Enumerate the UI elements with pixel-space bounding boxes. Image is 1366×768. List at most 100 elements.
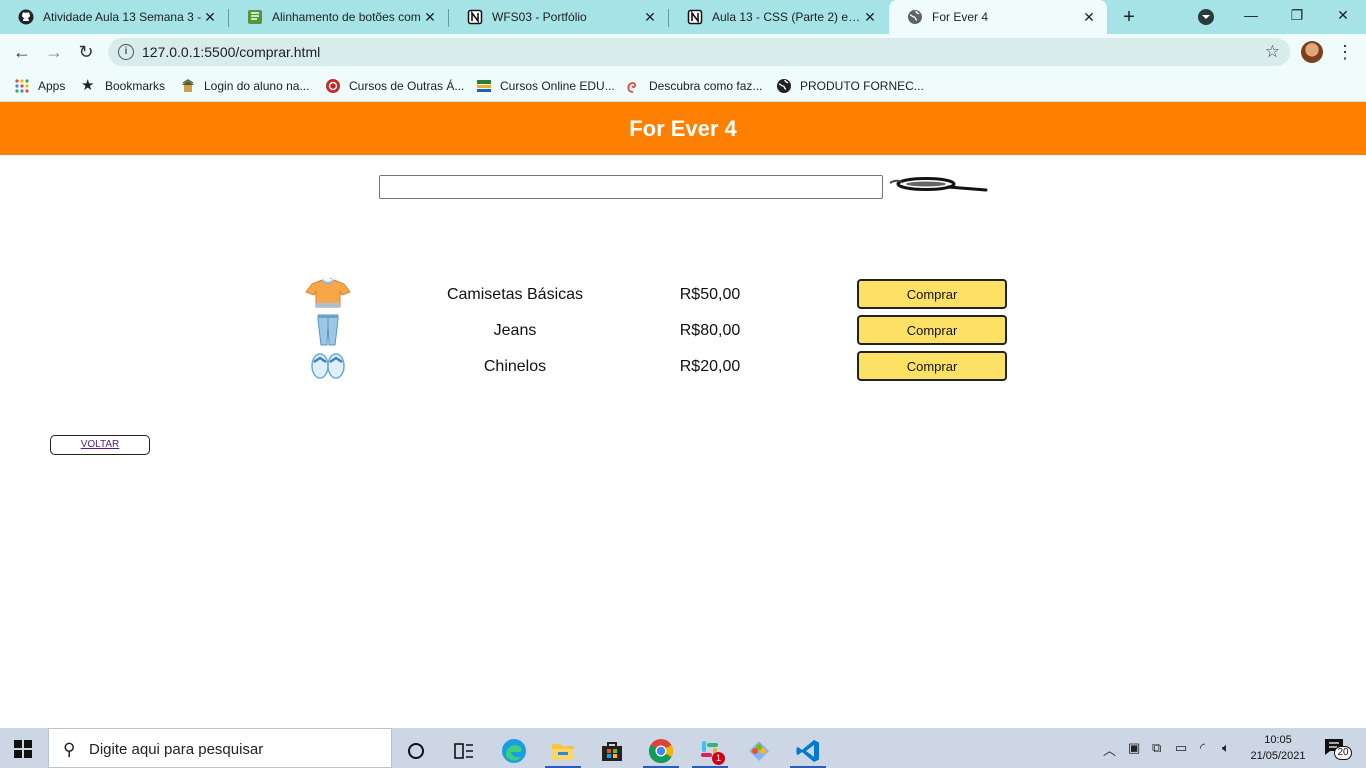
product-price: R$80,00 xyxy=(679,322,741,339)
comprar-button[interactable]: Comprar xyxy=(857,279,1007,309)
star-icon: ★ xyxy=(81,77,95,94)
globe-icon xyxy=(908,10,922,24)
product-row: Camisetas Básicas R$50,00 Comprar xyxy=(0,277,1366,313)
url-text[interactable]: 127.0.0.1:5500/comprar.html xyxy=(142,44,320,60)
product-name: Camisetas Básicas xyxy=(446,286,584,303)
comprar-button[interactable]: Comprar xyxy=(857,315,1007,345)
search-icon: ⚲ xyxy=(63,740,76,759)
taskbar-search[interactable]: ⚲ Digite aqui para pesquisar xyxy=(48,728,392,768)
tray-app-icon[interactable]: ⧉ xyxy=(1152,740,1161,756)
tab-atividade[interactable]: Atividade Aula 13 Semana 3 - ✕ xyxy=(0,0,228,34)
voltar-link[interactable]: VOLTAR xyxy=(81,439,120,450)
red-badge-icon xyxy=(326,79,340,93)
bookmark-label: Descubra como faz... xyxy=(649,79,763,93)
notion-icon xyxy=(467,9,483,25)
close-tab-icon[interactable]: ✕ xyxy=(642,9,658,25)
paint-app-icon[interactable] xyxy=(739,734,779,768)
product-name: Jeans xyxy=(493,322,537,339)
search-icon[interactable] xyxy=(886,176,988,194)
reload-icon[interactable]: ↻ xyxy=(75,41,97,63)
jeans-icon xyxy=(317,314,339,346)
chrome-icon[interactable] xyxy=(641,734,681,768)
tab-alinhamento[interactable]: Alinhamento de botões com ✕ xyxy=(229,0,448,34)
system-clock[interactable]: 10:05 21/05/2021 xyxy=(1242,732,1314,764)
edge-icon[interactable] xyxy=(494,734,534,768)
tab-for-ever-4[interactable]: For Ever 4 ✕ xyxy=(889,0,1107,34)
tab-title: Aula 13 - CSS (Parte 2) e Dev xyxy=(712,10,862,24)
github-icon xyxy=(18,9,34,25)
address-bar[interactable]: i 127.0.0.1:5500/comprar.html ☆ xyxy=(108,38,1290,66)
close-tab-icon[interactable]: ✕ xyxy=(202,9,218,25)
tab-aula13[interactable]: Aula 13 - CSS (Parte 2) e Dev ✕ xyxy=(669,0,888,34)
voltar-button[interactable]: VOLTAR xyxy=(50,435,150,455)
bookmark-label: Bookmarks xyxy=(105,79,166,93)
tab-title: Alinhamento de botões com xyxy=(272,10,421,24)
bookmark-descubra[interactable]: Descubra como faz... xyxy=(625,77,762,95)
bookmark-star-icon[interactable]: ☆ xyxy=(1265,42,1280,62)
tab-search-icon[interactable] xyxy=(1198,9,1214,25)
clock-date: 21/05/2021 xyxy=(1250,750,1306,762)
notion-icon xyxy=(687,9,703,25)
bookmark-label: Login do aluno na... xyxy=(204,79,310,93)
slack-badge: 1 xyxy=(712,752,725,765)
store-icon[interactable] xyxy=(592,734,632,768)
stackoverflow-icon xyxy=(248,10,262,24)
window-close-icon[interactable]: ✕ xyxy=(1332,4,1354,26)
school-icon xyxy=(182,79,194,92)
site-header: For Ever 4 xyxy=(0,102,1366,155)
bookmark-produto[interactable]: PRODUTO FORNEC... xyxy=(776,77,924,95)
cortana-icon[interactable] xyxy=(396,734,436,768)
comprar-button[interactable]: Comprar xyxy=(857,351,1007,381)
tab-title: Atividade Aula 13 Semana 3 - xyxy=(43,10,202,24)
volume-icon[interactable]: 🔈︎ xyxy=(1222,740,1230,756)
globe-icon xyxy=(777,79,791,93)
back-arrow-icon[interactable]: ← xyxy=(11,41,33,63)
notification-count: 20 xyxy=(1334,746,1352,760)
tab-title: For Ever 4 xyxy=(932,10,989,24)
site-info-icon[interactable]: i xyxy=(118,44,134,60)
close-tab-icon[interactable]: ✕ xyxy=(1081,9,1097,25)
tab-wfs03[interactable]: WFS03 - Portfólio ✕ xyxy=(449,0,668,34)
forward-arrow-icon[interactable]: → xyxy=(43,41,65,63)
product-price: R$20,00 xyxy=(679,358,741,375)
vscode-icon[interactable] xyxy=(788,734,828,768)
flip-flops-icon xyxy=(311,353,345,379)
bookmark-label: PRODUTO FORNEC... xyxy=(800,79,924,93)
file-explorer-icon[interactable] xyxy=(543,734,583,768)
page-title: For Ever 4 xyxy=(629,115,737,141)
restore-icon[interactable]: ❐ xyxy=(1286,4,1308,26)
bookmark-label: Apps xyxy=(38,79,66,93)
new-tab-button[interactable]: + xyxy=(1118,6,1140,28)
bookmark-bookmarks[interactable]: ★ Bookmarks xyxy=(81,77,165,95)
tray-chevron-icon[interactable]: ︿ xyxy=(1103,740,1116,759)
clock-time: 10:05 xyxy=(1264,734,1292,746)
swirl-icon xyxy=(627,82,636,93)
bookmark-login-aluno[interactable]: Login do aluno na... xyxy=(180,77,309,95)
taskbar-search-placeholder: Digite aqui para pesquisar xyxy=(89,741,264,758)
notifications-icon[interactable]: 20 xyxy=(1324,738,1352,760)
windows-start-icon[interactable] xyxy=(14,740,32,758)
taskbar: ⚲ Digite aqui para pesquisar 1 ︿ ▣ ⧉ ▭ ◜… xyxy=(0,728,1366,768)
bookmark-label: Cursos de Outras Á... xyxy=(349,79,465,93)
battery-icon[interactable]: ▭ xyxy=(1175,740,1187,756)
bookmark-label: Cursos Online EDU... xyxy=(500,79,615,93)
menu-dots-icon[interactable]: ⋮ xyxy=(1336,40,1354,64)
close-tab-icon[interactable]: ✕ xyxy=(862,9,878,25)
meet-now-icon[interactable]: ▣ xyxy=(1128,740,1140,756)
slack-icon[interactable]: 1 xyxy=(690,734,730,768)
search-input[interactable] xyxy=(379,175,883,199)
minimize-icon[interactable]: — xyxy=(1240,4,1262,26)
product-price: R$50,00 xyxy=(679,286,741,303)
bookmark-cursos-outras[interactable]: Cursos de Outras Á... xyxy=(325,77,464,95)
bookmarks-bar: Apps ★ Bookmarks Login do aluno na... Cu… xyxy=(0,70,1366,102)
product-name: Chinelos xyxy=(483,358,547,375)
apps-grid-icon xyxy=(15,79,29,93)
tab-strip: Atividade Aula 13 Semana 3 - ✕ Alinhamen… xyxy=(0,0,1366,34)
wifi-icon[interactable]: ◜ xyxy=(1200,740,1205,756)
task-view-icon[interactable] xyxy=(444,734,484,768)
profile-avatar[interactable] xyxy=(1301,41,1323,63)
bookmark-cursos-online[interactable]: Cursos Online EDU... xyxy=(476,77,615,95)
bookmark-apps[interactable]: Apps xyxy=(14,77,65,95)
close-tab-icon[interactable]: ✕ xyxy=(422,9,438,25)
browser-toolbar: ← → ↻ i 127.0.0.1:5500/comprar.html ☆ xyxy=(0,34,1366,70)
